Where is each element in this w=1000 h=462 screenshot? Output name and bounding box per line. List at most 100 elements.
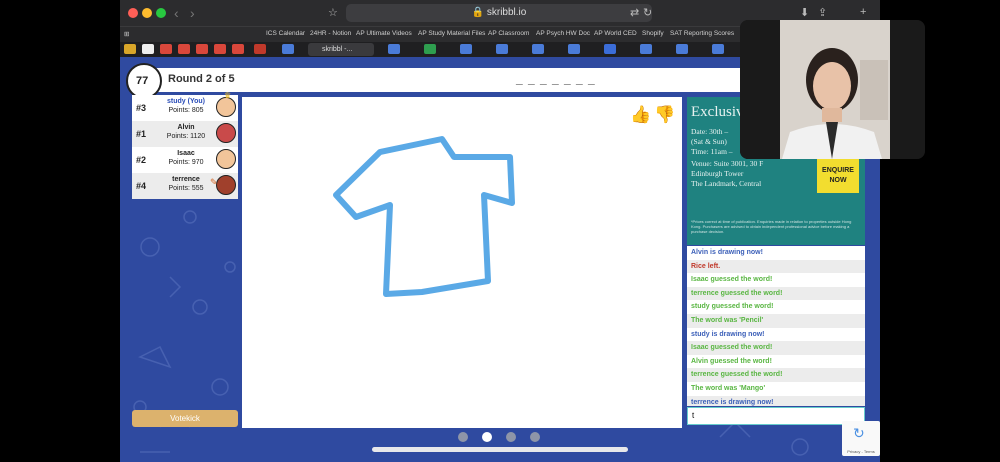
bookmark-item[interactable]: 24HR - Notion	[310, 30, 351, 37]
enquire-now-button[interactable]: ENQUIRE NOW	[817, 159, 859, 193]
player-points: Points: 555	[168, 185, 204, 192]
player-name: study (You)	[167, 98, 205, 105]
ad-line: Time: 11am –	[691, 147, 733, 156]
player-row[interactable]: #1 Alvin Points: 1120	[132, 121, 238, 147]
chat-message: Rice left.	[687, 259, 865, 274]
ad-title: Exclusiv	[691, 104, 744, 120]
tab-favicon[interactable]	[676, 44, 688, 54]
tab-favicon[interactable]	[232, 44, 244, 54]
bookmark-item[interactable]: AP World CED	[594, 30, 637, 37]
close-window-button[interactable]	[128, 8, 138, 18]
pencil-icon: ✎	[210, 177, 218, 187]
maximize-window-button[interactable]	[156, 8, 166, 18]
minimize-window-button[interactable]	[142, 8, 152, 18]
tab-favicon[interactable]	[712, 44, 724, 54]
tab-favicon[interactable]	[178, 44, 190, 54]
player-list: #3 study (You) Points: 805 ♛ #1 Alvin Po…	[132, 91, 238, 199]
tab-favicon[interactable]	[124, 44, 136, 54]
tab-favicon[interactable]	[496, 44, 508, 54]
ad-line: (Sat & Sun)	[691, 137, 727, 146]
forward-icon[interactable]: ›	[190, 5, 195, 21]
ad-fine-print: *Prices correct at time of publication. …	[691, 219, 852, 234]
url-text: skribbl.io	[486, 7, 527, 18]
bookmark-star-icon[interactable]: ☆	[328, 6, 338, 19]
bookmark-item[interactable]: AP Psych HW Doc	[536, 30, 590, 37]
tab-skribbl[interactable]: skribbl -...	[308, 43, 374, 56]
new-tab-icon[interactable]: +	[860, 6, 866, 18]
player-avatar	[216, 175, 236, 195]
player-row[interactable]: #4 terrence Points: 555 ✎	[132, 173, 238, 199]
page-dot[interactable]	[458, 432, 468, 442]
round-label: Round 2 of 5	[168, 73, 235, 85]
tab-favicon[interactable]	[142, 44, 154, 54]
tab-favicon[interactable]	[532, 44, 544, 54]
player-name: Isaac	[177, 150, 195, 157]
ad-line: The Landmark, Central	[691, 179, 762, 188]
tab-favicon[interactable]	[460, 44, 472, 54]
tab-favicon[interactable]	[160, 44, 172, 54]
tshirt-drawing	[333, 136, 515, 297]
tab-favicon[interactable]	[282, 44, 294, 54]
tab-favicon[interactable]	[196, 44, 208, 54]
chat-message: terrence is drawing now!	[687, 395, 865, 406]
votekick-button[interactable]: Votekick	[132, 410, 238, 427]
chat-message: Isaac guessed the word!	[687, 273, 865, 287]
bookmark-item[interactable]: ICS Calendar	[266, 30, 305, 37]
player-rank: #3	[136, 103, 147, 113]
chat-message: Isaac guessed the word!	[687, 341, 865, 355]
player-points: Points: 805	[168, 107, 204, 114]
tab-favicon[interactable]	[214, 44, 226, 54]
share-icon[interactable]: ⇪	[818, 6, 827, 19]
player-name: Alvin	[177, 124, 195, 131]
player-avatar	[216, 123, 236, 143]
tab-favicon[interactable]	[640, 44, 652, 54]
player-row[interactable]: #3 study (You) Points: 805 ♛	[132, 91, 238, 121]
chat-message: terrence guessed the word!	[687, 286, 865, 301]
tab-favicon[interactable]	[254, 44, 266, 54]
ad-line: Date: 30th –	[691, 127, 729, 136]
crown-icon: ♛	[224, 91, 232, 100]
thumbs-down-icon[interactable]: 👎	[654, 105, 675, 125]
address-bar[interactable]: 🔒 skribbl.io	[346, 4, 652, 22]
chat-message: terrence guessed the word!	[687, 368, 865, 382]
bookmark-item[interactable]: Shopify	[642, 30, 664, 37]
player-rank: #4	[136, 181, 147, 191]
translate-icon[interactable]: ⇄	[630, 6, 639, 19]
bookmark-item[interactable]: AP Ultimate Videos	[356, 30, 412, 37]
back-icon[interactable]: ‹	[174, 5, 179, 21]
home-indicator[interactable]	[372, 447, 628, 452]
drawing-canvas[interactable]	[242, 97, 682, 428]
reload-icon[interactable]: ↻	[643, 6, 652, 19]
ad-line: Venue: Suite 3001, 30 F	[691, 159, 764, 168]
thumbs-up-icon[interactable]: 👍	[630, 105, 651, 125]
page-dot[interactable]	[506, 432, 516, 442]
chat-message: Alvin guessed the word!	[687, 354, 865, 369]
screen: ‹ › ☆ 🔒 skribbl.io ⇄ ↻ ⬇ ⇪ + ⊞ ICS Calen…	[0, 0, 1000, 462]
tab-favicon[interactable]	[568, 44, 580, 54]
tab-favicon[interactable]	[604, 44, 616, 54]
tab-favicon[interactable]	[424, 44, 436, 54]
download-icon[interactable]: ⬇	[800, 6, 809, 19]
chat-message: Alvin is drawing now!	[687, 246, 865, 260]
chat-message: study guessed the word!	[687, 300, 865, 314]
page-dot-active[interactable]	[482, 432, 492, 442]
chat-input[interactable]: t	[687, 407, 865, 425]
chat-message: The word was 'Mango'	[687, 382, 865, 396]
recaptcha-label: Privacy - Terms	[847, 449, 875, 454]
ad-line: Edinburgh Tower	[691, 169, 744, 178]
page-dot[interactable]	[530, 432, 540, 442]
chat-message: study is drawing now!	[687, 327, 865, 342]
tab-favicon[interactable]	[388, 44, 400, 54]
recaptcha-badge[interactable]: ↻ Privacy - Terms	[842, 421, 880, 456]
player-rank: #1	[136, 129, 147, 139]
player-points: Points: 1120	[166, 133, 206, 140]
player-avatar	[216, 149, 236, 169]
sidebar-grid-icon[interactable]: ⊞	[124, 30, 129, 38]
bookmark-item[interactable]: AP Study Material Files	[418, 30, 485, 37]
player-name: terrence	[172, 176, 200, 183]
bookmark-item[interactable]: AP Classroom	[488, 30, 529, 37]
bookmark-item[interactable]: SAT Reporting Scores	[670, 30, 734, 37]
player-row[interactable]: #2 Isaac Points: 970	[132, 147, 238, 173]
chat-log: Alvin is drawing now! Rice left. Isaac g…	[687, 246, 865, 406]
video-call-overlay[interactable]	[740, 20, 925, 159]
